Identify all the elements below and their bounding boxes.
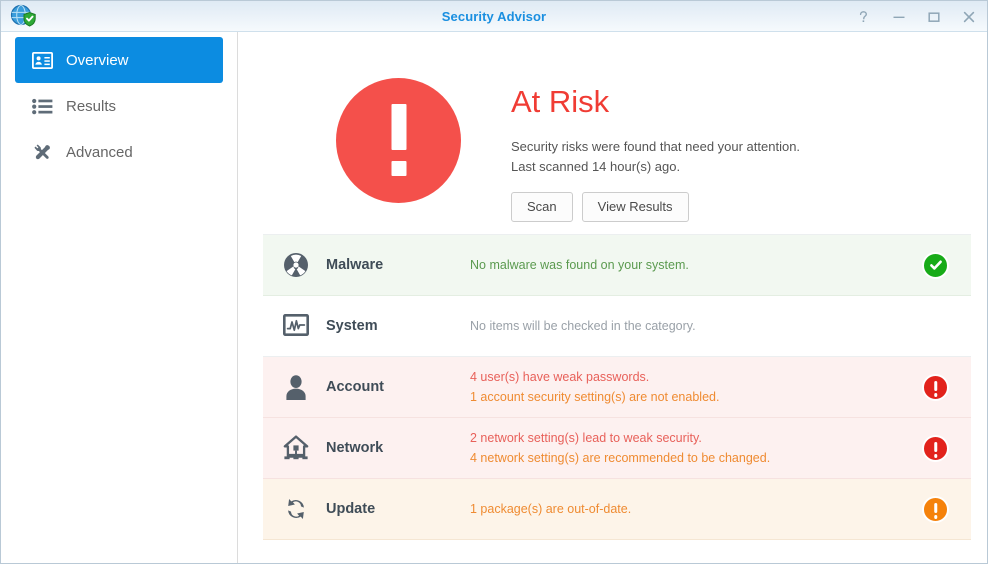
category-message: 4 network setting(s) are recommended to … (470, 451, 771, 465)
hero-buttons: Scan View Results (511, 192, 800, 223)
help-button[interactable] (855, 8, 872, 25)
status-badge (909, 434, 949, 462)
user-icon (277, 374, 315, 400)
close-button[interactable] (960, 8, 977, 25)
category-message: No malware was found on your system. (470, 258, 689, 272)
list-icon (31, 95, 53, 117)
category-messages: 2 network setting(s) lead to weak securi… (465, 428, 909, 468)
id-card-icon (31, 49, 53, 71)
category-title: Account (326, 379, 384, 395)
scan-button[interactable]: Scan (511, 192, 573, 223)
window-controls (855, 1, 977, 32)
sidebar: Overview Results Advanced (1, 32, 238, 563)
home-network-icon (277, 435, 315, 461)
category-message: 1 package(s) are out-of-date. (470, 502, 632, 516)
check-circle-icon (922, 251, 949, 279)
category-row-network[interactable]: Network 2 network setting(s) lead to wea… (263, 418, 971, 479)
sidebar-item-results[interactable]: Results (15, 83, 223, 129)
window-title: Security Advisor (441, 8, 547, 24)
category-row-system[interactable]: System No items will be checked in the c… (263, 296, 971, 357)
category-title: System (326, 318, 378, 334)
refresh-icon (277, 496, 315, 522)
category-message: 1 account security setting(s) are not en… (470, 390, 720, 404)
monitor-graph-icon (277, 314, 315, 338)
category-title: Malware (326, 257, 384, 273)
radiation-icon (277, 252, 315, 278)
window-body: Overview Results Advanced At Risk Securi… (1, 32, 987, 563)
status-badge (909, 373, 949, 401)
category-row-account[interactable]: Account 4 user(s) have weak passwords. 1… (263, 357, 971, 418)
category-message: 2 network setting(s) lead to weak securi… (470, 431, 702, 445)
category-messages: 4 user(s) have weak passwords. 1 account… (465, 367, 909, 407)
category-messages: 1 package(s) are out-of-date. (465, 499, 909, 519)
page-title: At Risk (511, 84, 610, 119)
alert-circle-icon (922, 434, 949, 462)
alert-circle-icon (922, 373, 949, 401)
category-title: Update (326, 501, 376, 517)
overview-hero: At Risk Security risks were found that n… (238, 32, 987, 234)
sidebar-item-overview[interactable]: Overview (15, 37, 223, 83)
hero-description-line-2: Last scanned 14 hour(s) ago. (511, 159, 681, 175)
category-messages: No malware was found on your system. (465, 255, 909, 275)
category-messages: No items will be checked in the category… (465, 316, 909, 336)
category-message: 4 user(s) have weak passwords. (470, 370, 650, 384)
exclamation-circle-icon (336, 78, 461, 203)
sidebar-item-label: Advanced (66, 143, 133, 161)
maximize-button[interactable] (925, 8, 942, 25)
category-row-malware[interactable]: Malware No malware was found on your sys… (263, 235, 971, 296)
title-bar: Security Advisor (1, 1, 987, 32)
security-advisor-window: Security Advisor Overview Results Advanc… (0, 0, 988, 564)
category-message: No items will be checked in the category… (470, 319, 696, 333)
minimize-button[interactable] (890, 8, 907, 25)
main-content: At Risk Security risks were found that n… (238, 32, 987, 563)
sidebar-item-label: Results (66, 97, 117, 115)
hero-description-line-1: Security risks were found that need your… (511, 139, 801, 155)
tools-icon (31, 141, 53, 163)
category-row-update[interactable]: Update 1 package(s) are out-of-date. (263, 479, 971, 540)
category-list: Malware No malware was found on your sys… (263, 234, 971, 540)
globe-shield-icon (10, 4, 36, 30)
category-title: Network (326, 440, 384, 456)
sidebar-item-label: Overview (66, 51, 129, 69)
status-badge (909, 495, 949, 523)
view-results-button[interactable]: View Results (581, 192, 689, 223)
warn-circle-icon (922, 495, 949, 523)
hero-text: At Risk Security risks were found that n… (511, 78, 801, 223)
sidebar-item-advanced[interactable]: Advanced (15, 129, 223, 175)
status-badge (909, 251, 949, 279)
